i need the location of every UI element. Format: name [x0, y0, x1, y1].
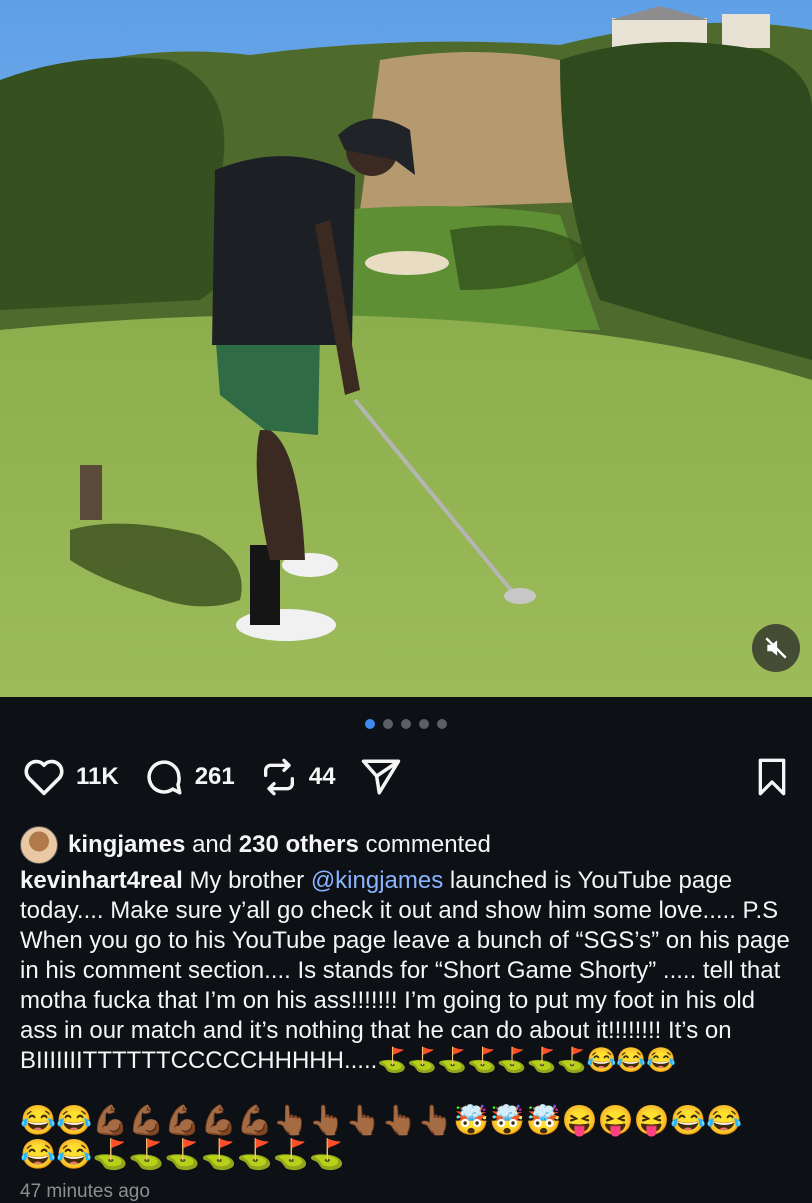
others-count[interactable]: 230 others — [239, 831, 359, 859]
caption-text-rest: launched is YouTube page today.... Make … — [20, 867, 797, 1074]
mention-link[interactable]: @kingjames — [311, 867, 443, 894]
post-action-bar: 11K 261 44 — [22, 754, 790, 800]
commenter-username[interactable]: kingjames — [68, 831, 185, 859]
caption-emoji-line-2: 😂😂⛳⛳⛳⛳⛳⛳⛳ — [20, 1139, 345, 1171]
carousel-dot-active — [365, 719, 375, 729]
comment-count: 261 — [194, 763, 235, 790]
commented-suffix: commented — [365, 831, 491, 858]
carousel-dot — [383, 719, 393, 729]
avatar[interactable] — [20, 826, 58, 864]
carousel-dot — [419, 719, 429, 729]
commented-by-row[interactable]: kingjames and 230 others commented — [20, 826, 491, 864]
comment-button[interactable]: 261 — [143, 756, 235, 798]
post-caption: kevinhart4real My brother @kingjames lau… — [20, 866, 795, 1076]
like-count: 11K — [76, 763, 119, 790]
golf-photo — [0, 0, 812, 697]
heart-icon — [24, 759, 64, 796]
repost-count: 44 — [308, 763, 336, 790]
post-timestamp: 47 minutes ago — [20, 1181, 150, 1202]
commented-and: and — [192, 831, 233, 858]
caption-text-start: My brother — [189, 867, 311, 894]
comment-bubble-icon — [147, 760, 182, 795]
bookmark-icon — [758, 758, 786, 796]
send-icon — [362, 759, 401, 795]
speaker-muted-icon — [765, 637, 787, 659]
carousel-dot — [437, 719, 447, 729]
save-button[interactable] — [754, 757, 790, 797]
like-button[interactable]: 11K — [22, 757, 119, 797]
mute-button[interactable] — [752, 624, 800, 672]
carousel-dot — [401, 719, 411, 729]
caption-emoji-line-1: 😂😂💪🏾💪🏾💪🏾💪🏾💪🏾👆🏾👆🏾👆🏾👆🏾👆🏾🤯🤯🤯😝😝😝😂😂 — [20, 1105, 743, 1137]
repost-button[interactable]: 44 — [259, 757, 336, 797]
repost-icon — [263, 758, 294, 796]
carousel-indicator — [0, 719, 812, 729]
post-media[interactable] — [0, 0, 812, 697]
share-button[interactable] — [359, 756, 403, 798]
author-username[interactable]: kevinhart4real — [20, 867, 183, 894]
